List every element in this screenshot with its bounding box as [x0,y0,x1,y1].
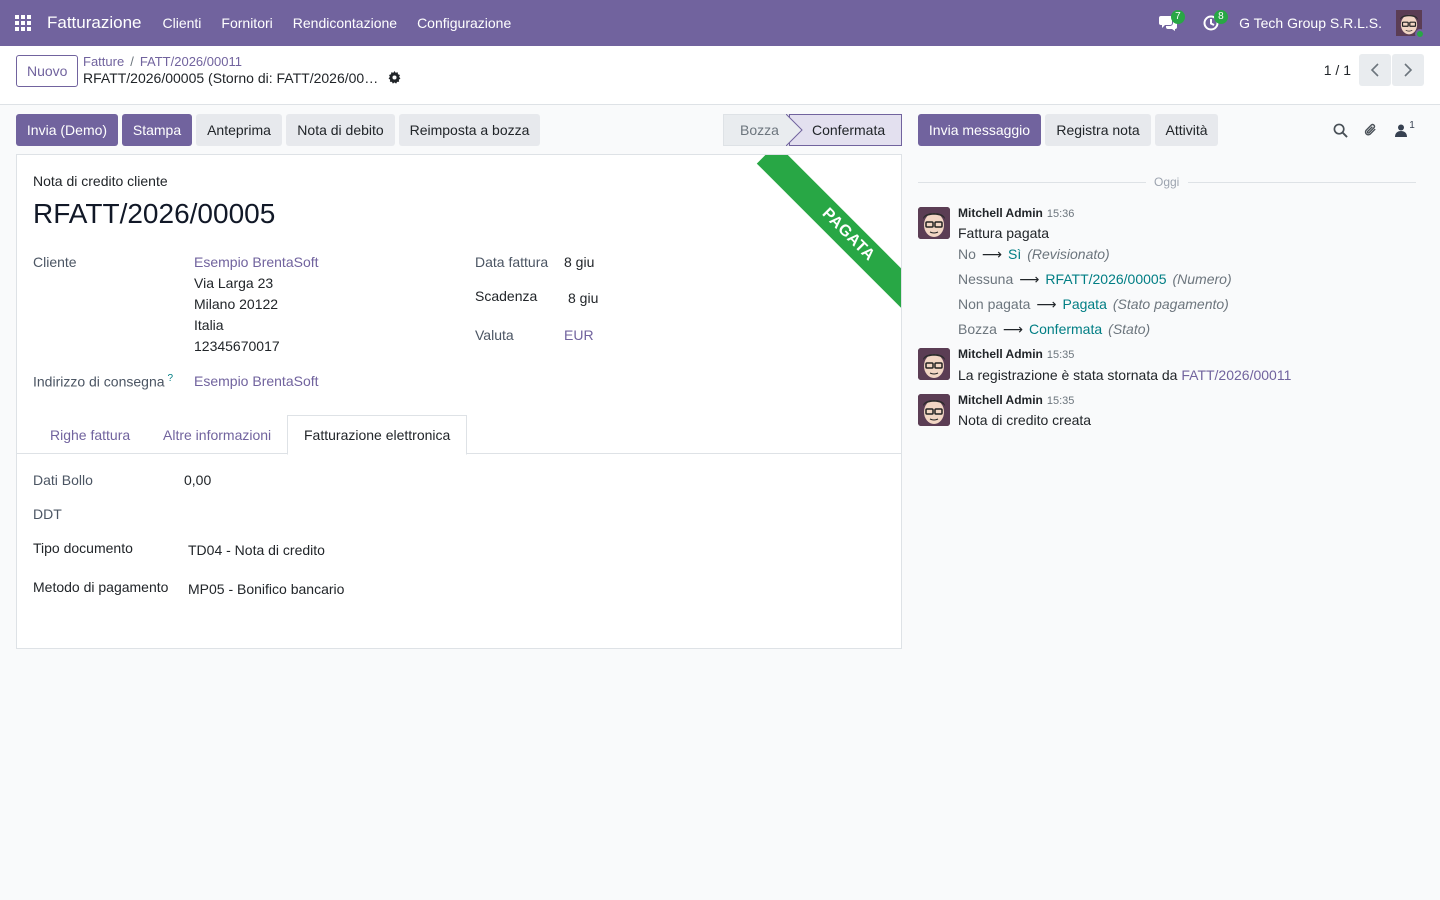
preview-button[interactable]: Anteprima [196,114,282,146]
message-time: 15:35 [1046,349,1075,361]
message-author: Mitchell Admin 15:35 [958,393,1075,407]
stamp-label: Dati Bollo [33,472,93,488]
search-icon [1333,123,1348,138]
apps-menu-icon[interactable] [0,0,46,46]
menu-fornitori[interactable]: Fornitori [211,15,282,31]
status-arrow-icon [786,114,803,146]
pager-next-button[interactable] [1392,54,1424,86]
message-time: 15:36 [1046,208,1075,220]
breadcrumb-fatture[interactable]: Fatture [83,54,124,69]
tab-other-info[interactable]: Altre informazioni [147,415,287,454]
reset-to-draft-button[interactable]: Reimposta a bozza [399,114,540,146]
message-author: Mitchell Admin 15:35 [958,347,1075,361]
menu-configurazione[interactable]: Configurazione [407,15,521,31]
print-button[interactable]: Stampa [122,114,192,146]
chevron-left-icon [1370,63,1379,77]
log-note-button[interactable]: Registra nota [1045,114,1151,146]
message-author: Mitchell Admin 15:36 [958,206,1075,220]
currency-label: Valuta [475,327,514,343]
followers-button[interactable]: 1 [1392,118,1418,142]
document-type-field-label: Tipo documento [33,540,133,556]
stamp-value[interactable]: 0,00 [184,472,211,488]
attachments-button[interactable] [1358,118,1382,142]
delivery-address-link[interactable]: Esempio BrentaSoft [194,373,319,389]
user-avatar[interactable] [1396,10,1425,39]
new-button[interactable]: Nuovo [16,55,79,87]
send-message-button[interactable]: Invia messaggio [918,114,1041,146]
app-name[interactable]: Fatturazione [47,13,142,33]
status-bar: Bozza Confermata [723,114,902,146]
tracking-line: Non pagata ⟶ Pagata (Stato pagamento) [958,296,1229,312]
help-tooltip-icon[interactable]: ? [168,373,174,384]
author-avatar[interactable] [918,207,950,239]
send-demo-button[interactable]: Invia (Demo) [16,114,118,146]
messages-button[interactable]: 7 [1153,0,1185,46]
pager-previous-button[interactable] [1359,54,1391,86]
ddt-label: DDT [33,506,62,522]
activities-count-badge: 8 [1214,10,1228,24]
form-tabs: Righe fattura Altre informazioni Fattura… [17,415,901,455]
gear-icon[interactable] [388,71,401,87]
document-type-field-value[interactable]: TD04 - Nota di credito [188,542,325,558]
record-title: RFATT/2026/00005 (Storno di: FATT/2026/0… [83,70,379,86]
breadcrumb: Fatture / FATT/2026/00011 [83,54,242,69]
address-line-country: Italia [194,317,224,333]
message-body: Nota di credito creata [958,412,1092,428]
message-body: Fattura pagata [958,225,1050,241]
author-avatar[interactable] [918,348,950,380]
invoice-date-label: Data fattura [475,254,549,270]
reversal-invoice-link[interactable]: FATT/2026/00011 [1181,367,1291,383]
address-line-street: Via Larga 23 [194,275,274,291]
day-divider-left [918,182,1146,183]
debit-note-button[interactable]: Nota di debito [286,114,395,146]
payment-method-label: Metodo di pagamento [33,579,169,595]
address-line-city: Milano 20122 [194,296,279,312]
invoice-date-value[interactable]: 8 giu [564,254,594,270]
delivery-address-label: Indirizzo di consegna? [33,373,174,390]
customer-link[interactable]: Esempio BrentaSoft [194,254,319,270]
document-type-label: Nota di credito cliente [33,173,168,189]
user-icon [1395,124,1408,137]
messages-count-badge: 7 [1171,10,1185,24]
followers-count: 1 [1409,119,1415,131]
tracking-line: Bozza ⟶ Confermata (Stato) [958,321,1151,337]
day-divider-right [1188,182,1416,183]
pager-value[interactable]: 1 / 1 [1324,62,1351,78]
address-line-vat: 12345670017 [194,338,280,354]
activities-button[interactable]: Attività [1155,114,1218,146]
payment-method-value[interactable]: MP05 - Bonifico bancario [188,581,344,597]
message-time: 15:35 [1046,395,1075,407]
tracking-line: No ⟶ Sì (Revisionato) [958,246,1110,262]
document-number: RFATT/2026/00005 [33,198,276,229]
activities-button[interactable]: 8 [1196,0,1228,46]
currency-link[interactable]: EUR [564,327,594,343]
menu-rendicontazione[interactable]: Rendicontazione [283,15,407,31]
company-switcher[interactable]: G Tech Group S.R.L.S. [1239,15,1382,31]
search-messages-button[interactable] [1328,118,1352,142]
control-panel: Nuovo Fatture / FATT/2026/00011 RFATT/2026… [0,46,1440,105]
menu-clienti[interactable]: Clienti [153,15,212,31]
invoice-form-sheet: PAGATA Nota di credito cliente RFATT/202… [16,154,902,649]
paperclip-icon [1364,123,1376,136]
tracking-line: Nessuna ⟶ RFATT/2026/00005 (Numero) [958,271,1232,287]
due-date-label: Scadenza [475,288,538,304]
paid-ribbon: PAGATA [756,155,901,327]
status-confirmed[interactable]: Confermata [789,114,902,146]
day-divider-label: Oggi [1154,175,1180,189]
top-navbar: Fatturazione Clienti Fornitori Rendicont… [0,0,1440,46]
chevron-right-icon [1404,63,1413,77]
online-status-dot [1415,29,1425,39]
author-avatar[interactable] [918,394,950,426]
tab-invoice-lines[interactable]: Righe fattura [34,415,146,454]
tab-electronic-invoicing[interactable]: Fatturazione elettronica [287,415,468,455]
message-body: La registrazione è stata stornata da FAT… [958,367,1292,383]
customer-label: Cliente [33,254,77,270]
breadcrumb-parent-invoice[interactable]: FATT/2026/00011 [140,54,242,69]
due-date-value[interactable]: 8 giu [568,290,598,306]
